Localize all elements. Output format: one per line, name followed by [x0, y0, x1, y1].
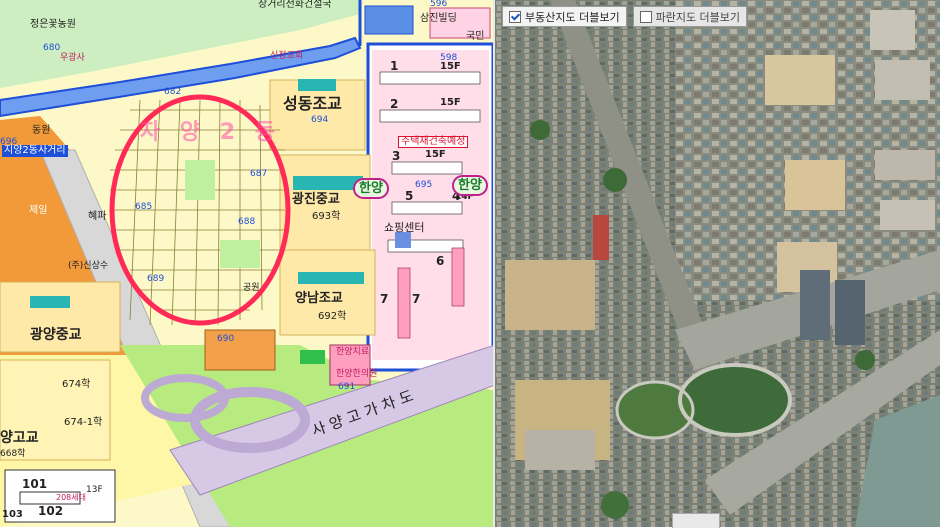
- lot-label-689: 689: [147, 274, 165, 284]
- bldg-num-6: 6: [436, 254, 445, 268]
- place-label-longdistance: 장거리전화건설국: [258, 0, 332, 10]
- area-label-sangsu: (주)신상수: [68, 261, 109, 271]
- lot-label-688: 688: [238, 217, 256, 227]
- household-label-208: 208세대: [56, 493, 86, 502]
- bldg-num-103: 103: [2, 509, 23, 520]
- place-label-clinic: 한양치료: [336, 347, 370, 357]
- area-label-gwangjin: 광진중교: [292, 192, 340, 207]
- toggle-realestate-map[interactable]: 부동산지도 더블보기: [502, 6, 627, 27]
- place-label-flower: 정은꽃농원: [30, 19, 76, 30]
- lot-label-674-1: 674-1학: [64, 417, 103, 428]
- road-label-dong: 동원: [32, 125, 51, 136]
- lot-label-691: 691: [338, 382, 356, 392]
- bldg-num-7a: 7: [380, 292, 389, 306]
- badge-hanyang-1: 한양: [353, 178, 389, 199]
- lot-label-682: 682: [164, 87, 182, 97]
- bldg-num-101: 101: [22, 477, 48, 491]
- checkbox-checked-icon[interactable]: [509, 10, 521, 23]
- lot-label-692: 692학: [318, 311, 347, 322]
- place-label-samjin: 삼진빌딩: [420, 13, 457, 24]
- area-label-yanggo: 양고교: [0, 430, 39, 446]
- bldg-num-102: 102: [38, 504, 64, 518]
- place-label-church: 신정교회: [270, 51, 304, 61]
- satellite-map[interactable]: [495, 0, 940, 527]
- lot-label-695: 695: [415, 180, 433, 190]
- place-label-ugwangsa: 우광사: [60, 53, 85, 63]
- lot-label-668: 668학: [0, 449, 26, 459]
- floor-label-15f-a: 15F: [440, 61, 461, 72]
- area-label-jaeil: 제일: [29, 205, 48, 216]
- place-label-redevelopment: 주택재건축예정: [398, 136, 469, 148]
- badge-hanyang-2: 한양: [452, 175, 488, 196]
- bldg-num-7b: 7: [412, 292, 421, 306]
- lot-label-693: 693학: [312, 211, 341, 222]
- place-label-kookmin: 국민: [466, 31, 485, 42]
- place-label-oriental-clinic: 한양한의원: [336, 369, 378, 379]
- lot-label-690: 690: [217, 334, 235, 344]
- toggle-cadastral-map[interactable]: 파란지도 더블보기: [632, 6, 748, 27]
- area-label-gongwon: 공원: [243, 283, 260, 293]
- lot-label-680: 680: [43, 43, 61, 53]
- lot-label-685: 685: [135, 202, 153, 212]
- bldg-num-2: 2: [390, 97, 399, 111]
- toggle-cadastral-label: 파란지도 더블보기: [655, 10, 741, 24]
- road-label-intersection: 지양2동사거리: [2, 145, 68, 157]
- map-toolbar: 부동산지도 더블보기 파란지도 더블보기: [502, 6, 748, 27]
- highlight-label-jayang2dong: 자 양 2 동: [140, 120, 282, 145]
- floor-label-15f-b: 15F: [440, 97, 461, 108]
- bldg-num-3: 3: [392, 149, 401, 163]
- satellite-map-graphics: [495, 0, 940, 527]
- area-label-gwangyang: 광양중교: [30, 327, 82, 343]
- cadastral-map[interactable]: 성동조교 694 광진중교 693학 양남조교 692학 광양중교 674학 6…: [0, 0, 495, 527]
- lot-label-694: 694: [311, 115, 329, 125]
- lot-label-674: 674학: [62, 379, 91, 390]
- area-label-yangnam: 양남조교: [295, 291, 343, 306]
- floor-label-15f-c: 15F: [425, 149, 446, 160]
- area-label-hyepa: 혜파: [88, 211, 107, 222]
- area-label-sungdong: 성동조교: [283, 94, 342, 113]
- area-label-shopping: 쇼핑센터: [384, 221, 425, 234]
- bldg-num-5: 5: [405, 189, 414, 203]
- bldg-num-1: 1: [390, 59, 399, 73]
- lot-label-596: 596: [430, 0, 448, 9]
- lot-label-687: 687: [250, 169, 268, 179]
- checkbox-unchecked-icon[interactable]: [639, 10, 652, 23]
- toggle-realestate-label: 부동산지도 더블보기: [525, 10, 620, 24]
- floor-label-13f: 13F: [86, 485, 103, 495]
- bottom-handle-tab[interactable]: [672, 513, 720, 528]
